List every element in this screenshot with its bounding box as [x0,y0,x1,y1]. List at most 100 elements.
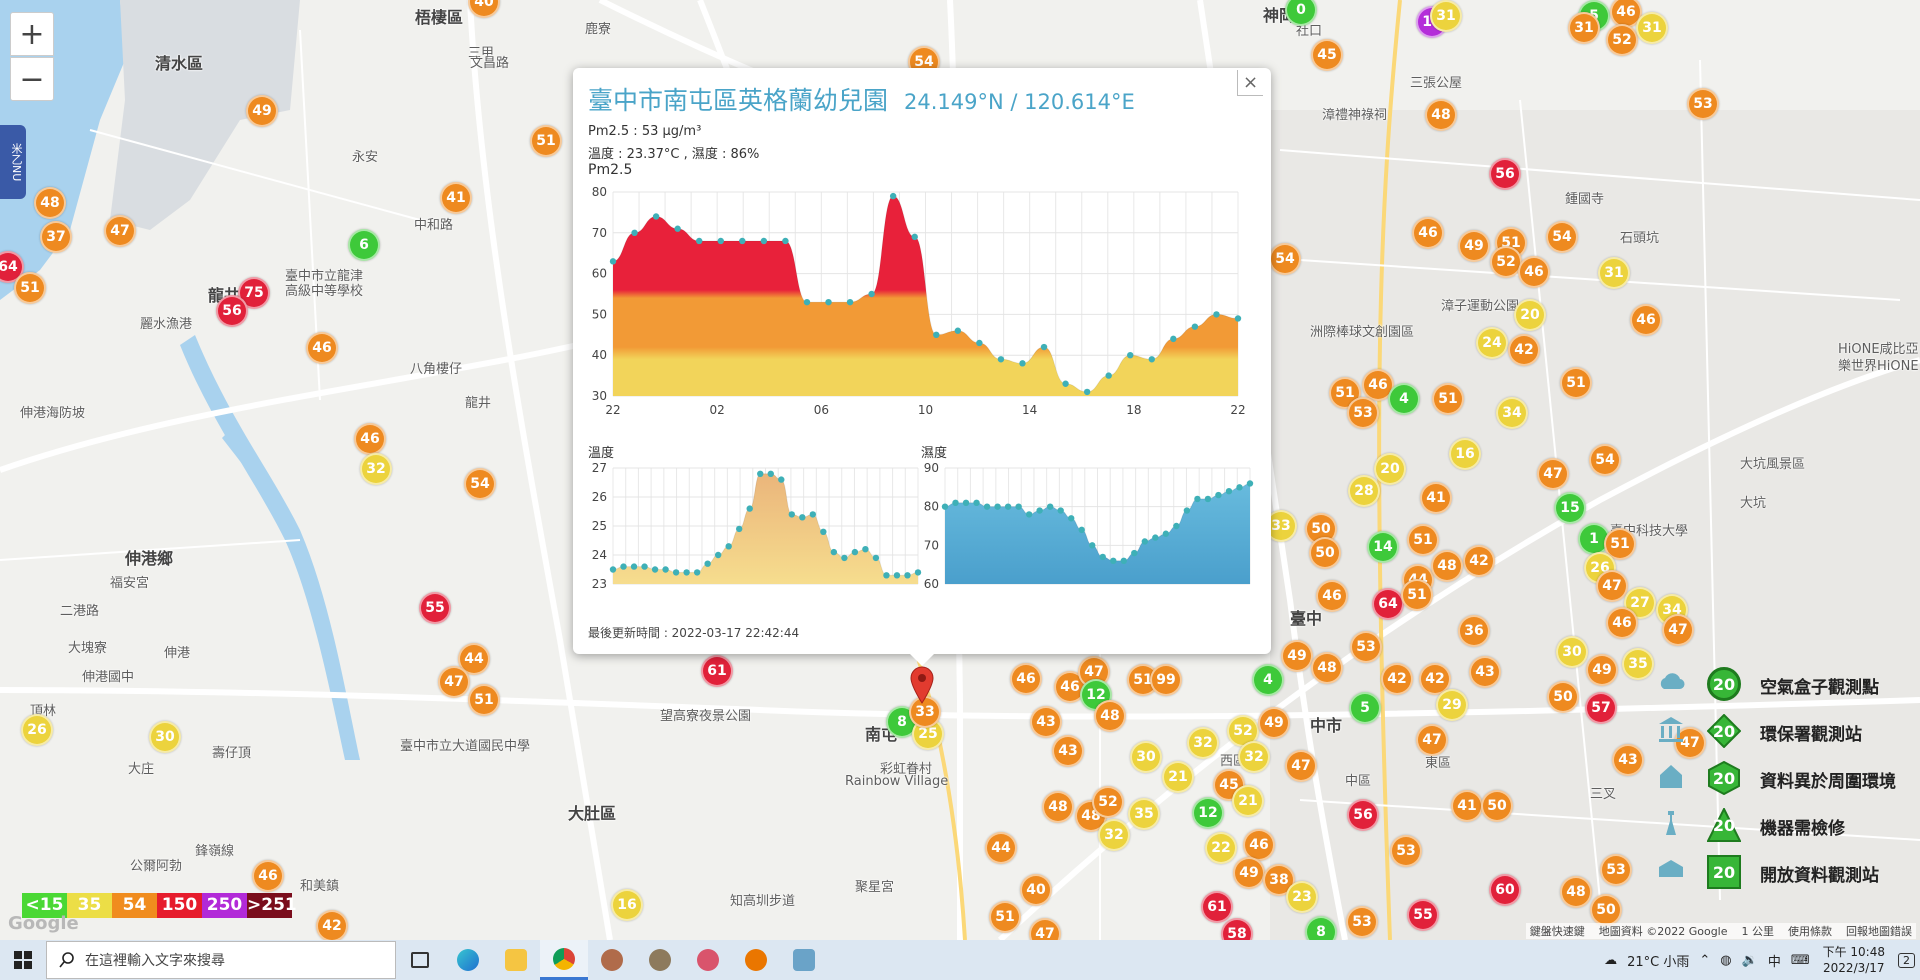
sensor-marker[interactable]: 46 [354,423,386,455]
clock[interactable]: 下午 10:48 2022/3/17 [1823,944,1885,976]
sensor-marker[interactable]: 16 [611,889,643,921]
weather-icon[interactable]: ☁ [1604,953,1617,968]
sensor-marker[interactable]: 55 [419,592,451,624]
sensor-marker[interactable]: 31 [1636,12,1668,44]
sensor-marker[interactable]: 51 [530,125,562,157]
taskbar-search-input[interactable]: 在這裡輸入文字來搜尋 [46,941,396,979]
sensor-marker[interactable]: 64 [1372,588,1404,620]
location-pin-icon[interactable] [910,666,934,704]
sensor-marker[interactable]: 14 [1367,531,1399,563]
sensor-marker[interactable]: 54 [1589,444,1621,476]
sensor-marker[interactable]: 51 [1560,367,1592,399]
terms-link[interactable]: 使用條款 [1788,923,1832,939]
sensor-marker[interactable]: 49 [1258,707,1290,739]
sensor-marker[interactable]: 56 [216,295,248,327]
sensor-marker[interactable]: 51 [989,901,1021,933]
keyboard-icon[interactable]: ⌨ [1791,953,1810,968]
sensor-marker[interactable]: 4 [1252,664,1284,696]
sensor-marker[interactable]: 46 [252,860,284,892]
sensor-marker[interactable]: 31 [1568,12,1600,44]
chevron-up-icon[interactable]: ⌃ [1699,953,1710,968]
sensor-marker[interactable]: 49 [1281,640,1313,672]
sensor-marker[interactable]: 46 [1412,217,1444,249]
edge-app[interactable] [444,940,492,980]
sensor-marker[interactable]: 41 [1420,482,1452,514]
chrome-app[interactable] [540,940,588,980]
sensor-marker[interactable]: 48 [34,187,66,219]
sensor-marker[interactable]: 52 [1606,24,1638,56]
sensor-marker[interactable]: 51 [1407,524,1439,556]
sensor-marker[interactable]: 49 [246,95,278,127]
sensor-marker[interactable]: 43 [1469,656,1501,688]
sensor-marker[interactable]: 53 [1347,397,1379,429]
map-scale[interactable]: 1 公里 [1742,923,1775,939]
sensor-marker[interactable]: 47 [104,215,136,247]
sensor-marker[interactable]: 56 [1347,799,1379,831]
sensor-marker[interactable]: 6 [348,229,380,261]
sensor-marker[interactable]: 30 [1556,636,1588,668]
volume-icon[interactable]: 🔉 [1742,953,1758,968]
sensor-marker[interactable]: 46 [306,332,338,364]
sensor-marker[interactable]: 54 [1546,221,1578,253]
sensor-marker[interactable]: 49 [1586,654,1618,686]
keyboard-shortcuts-link[interactable]: 鍵盤快速鍵 [1530,923,1585,939]
sensor-marker[interactable]: 5 [1349,692,1381,724]
sensor-marker[interactable]: 48 [1042,791,1074,823]
sensor-marker[interactable]: 34 [1496,397,1528,429]
sensor-marker[interactable]: 16 [1449,438,1481,470]
sensor-marker[interactable]: 42 [316,910,348,940]
sensor-marker[interactable]: 61 [1201,891,1233,923]
app-gimp[interactable] [636,940,684,980]
sensor-marker[interactable]: 22 [1205,832,1237,864]
sensor-marker[interactable]: 32 [1098,819,1130,851]
sensor-marker[interactable]: 47 [1596,570,1628,602]
sensor-marker[interactable]: 35 [1128,798,1160,830]
sensor-marker[interactable]: 52 [1092,786,1124,818]
start-button[interactable] [0,940,46,980]
sensor-marker[interactable]: 23 [1286,881,1318,913]
sensor-marker[interactable]: 51 [14,272,46,304]
file-explorer-app[interactable] [492,940,540,980]
sensor-marker[interactable]: 53 [1600,854,1632,886]
sensor-marker[interactable]: 32 [1238,741,1270,773]
sensor-marker[interactable]: 30 [149,721,181,753]
sensor-marker[interactable]: 56 [1489,158,1521,190]
app-blender[interactable] [732,940,780,980]
notification-icon[interactable]: 2 [1898,952,1915,968]
sensor-marker[interactable]: 26 [21,714,53,746]
sensor-marker[interactable]: 41 [440,182,472,214]
sensor-marker[interactable]: 47 [438,666,470,698]
sensor-marker[interactable]: 48 [1431,550,1463,582]
sensor-marker[interactable]: 21 [1162,761,1194,793]
sensor-marker[interactable]: 47 [1537,458,1569,490]
sensor-marker[interactable]: 32 [360,453,392,485]
sensor-marker[interactable]: 31 [1430,0,1462,32]
sensor-marker[interactable]: 42 [1381,663,1413,695]
sensor-marker[interactable]: 57 [1585,692,1617,724]
sensor-marker[interactable]: 30 [1130,741,1162,773]
app-compass[interactable] [588,940,636,980]
weather-text[interactable]: 21°C 小雨 [1627,951,1689,970]
sensor-marker[interactable]: 48 [1094,700,1126,732]
sensor-marker[interactable]: 37 [40,221,72,253]
zoom-in-button[interactable]: + [10,12,54,56]
sensor-marker[interactable]: 44 [985,832,1017,864]
sensor-marker[interactable]: 24 [1476,327,1508,359]
sensor-marker[interactable]: 40 [1020,874,1052,906]
sensor-marker[interactable]: 48 [1560,876,1592,908]
sensor-marker[interactable]: 53 [1350,631,1382,663]
sensor-marker[interactable]: 49 [1458,230,1490,262]
sensor-marker[interactable]: 43 [1052,735,1084,767]
sensor-marker[interactable]: 46 [1316,580,1348,612]
sensor-marker[interactable]: 8 [1305,916,1337,940]
report-error-link[interactable]: 回報地圖錯誤 [1846,923,1912,939]
sensor-marker[interactable]: 48 [1425,99,1457,131]
sensor-marker[interactable]: 47 [1285,750,1317,782]
sensor-marker[interactable]: 43 [1612,744,1644,776]
sensor-marker[interactable]: 54 [464,468,496,500]
sensor-marker[interactable]: 20 [1374,453,1406,485]
sensor-marker[interactable]: 46 [1606,607,1638,639]
ime-indicator[interactable]: 中 [1768,951,1781,970]
sensor-marker[interactable]: 60 [1489,874,1521,906]
zoom-out-button[interactable]: − [10,57,54,101]
